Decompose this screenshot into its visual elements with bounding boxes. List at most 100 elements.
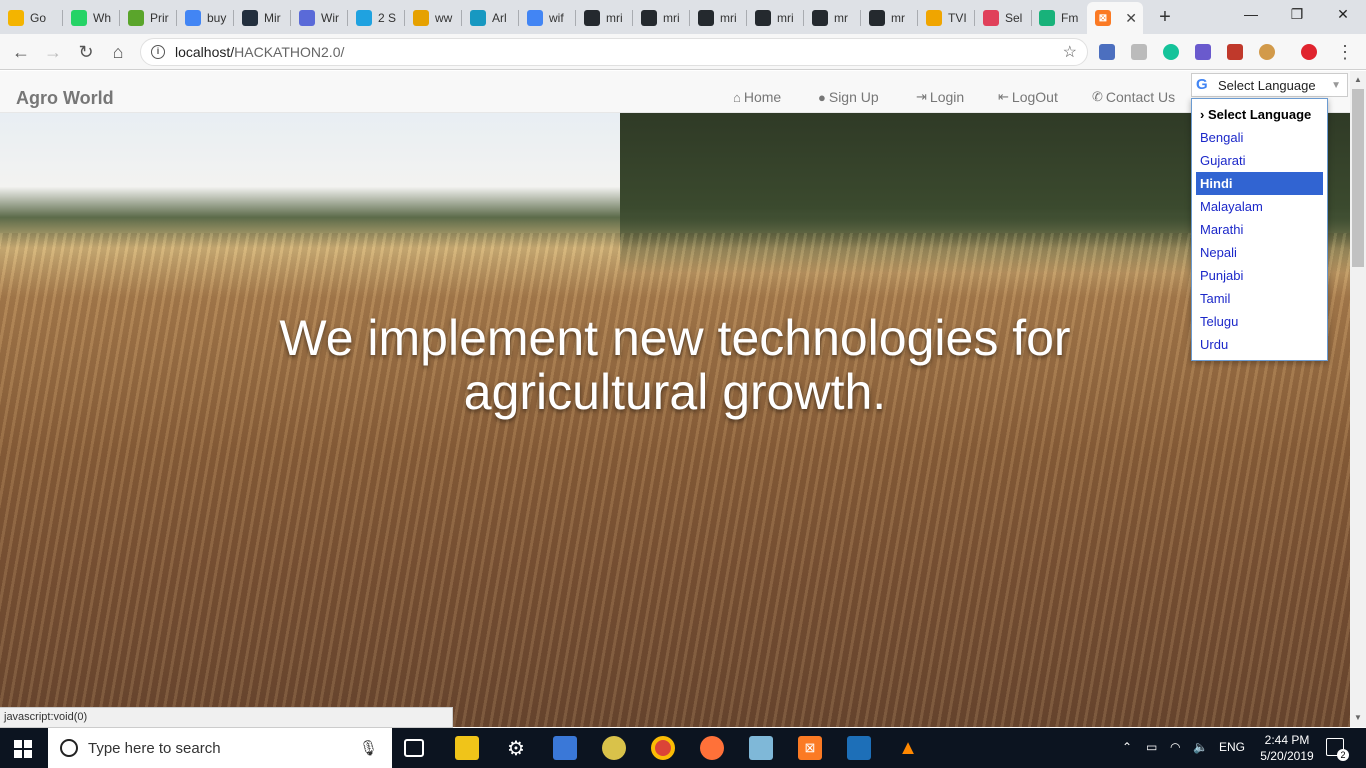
tv-icon (926, 10, 942, 26)
new-tab-button[interactable]: + (1152, 5, 1178, 31)
vlc-icon[interactable]: ▲ (896, 736, 920, 760)
nav-signup[interactable]: ● Sign Up (818, 89, 879, 105)
language-option[interactable]: Nepali (1196, 241, 1323, 264)
home-button[interactable]: ⌂ (107, 42, 129, 62)
language-option[interactable]: Punjabi (1196, 264, 1323, 287)
language-select-label: Select Language (1218, 77, 1316, 93)
minimize-button[interactable]: — (1231, 6, 1271, 22)
browser-tab[interactable]: mri (576, 2, 633, 34)
browser-tab-label: wif (549, 11, 564, 25)
nav-contact-label: Contact Us (1105, 89, 1176, 105)
back-button[interactable]: ← (10, 42, 32, 62)
wifi-icon[interactable]: ◠ (1170, 740, 1180, 754)
language-option[interactable]: Telugu (1196, 310, 1323, 333)
extension-copy-icon[interactable] (1131, 44, 1147, 60)
browser-tab[interactable]: Arl (462, 2, 519, 34)
bookmark-star-icon[interactable]: ☆ (1063, 42, 1077, 62)
grammarly-icon[interactable] (1163, 44, 1179, 60)
reload-button[interactable]: ↻ (75, 42, 97, 62)
microphone-icon[interactable]: 🎙 (359, 739, 378, 757)
app-window-icon[interactable] (847, 736, 871, 760)
browser-tab[interactable]: wif (519, 2, 576, 34)
nav-login[interactable]: ⇥ Login (916, 89, 964, 105)
browser-tab[interactable]: ww (405, 2, 462, 34)
language-option[interactable]: Tamil (1196, 287, 1323, 310)
browser-tab-label: buy (207, 11, 227, 25)
nav-home[interactable]: ⌂ Home (733, 89, 781, 105)
input-language[interactable]: ENG (1219, 740, 1245, 754)
phone-icon: ✆ (1092, 89, 1103, 104)
close-tab-icon[interactable]: ✕ (1125, 10, 1137, 27)
volume-icon[interactable]: 🔈 (1193, 740, 1208, 754)
browser-tab[interactable]: Prir (120, 2, 177, 34)
info-icon[interactable]: i (151, 45, 165, 59)
chat-icon (356, 10, 372, 26)
browser-tab[interactable]: Wh (63, 2, 120, 34)
browser-tab[interactable]: Fm (1031, 2, 1088, 34)
pdf-icon[interactable] (1227, 44, 1243, 60)
nav-logout-label: LogOut (1011, 89, 1058, 105)
nav-contact[interactable]: ✆ Contact Us (1092, 89, 1175, 105)
taskbar-clock[interactable]: 2:44 PM 5/20/2019 (1250, 732, 1324, 764)
extension-puzzle-icon[interactable] (1099, 44, 1115, 60)
task-view-icon[interactable] (404, 739, 424, 757)
browser-tab[interactable]: mri (747, 2, 804, 34)
notifications-icon[interactable]: 2 (1326, 738, 1349, 761)
taskbar-search[interactable]: Type here to search 🎙 (48, 728, 392, 768)
browser-tab[interactable]: mri (633, 2, 690, 34)
browser-tab[interactable]: mr (861, 2, 918, 34)
browser-tab[interactable]: Wir (291, 2, 348, 34)
language-option[interactable]: › Select Language (1196, 103, 1323, 126)
language-option[interactable]: Malayalam (1196, 195, 1323, 218)
scroll-down-icon[interactable]: ▼ (1350, 713, 1366, 722)
profile-avatar[interactable] (1301, 44, 1317, 60)
play-icon (128, 10, 144, 26)
browser-tab[interactable]: Go (0, 2, 63, 34)
tab-active[interactable]: ⊠ ✕ (1087, 2, 1143, 34)
language-option[interactable]: Urdu (1196, 333, 1323, 356)
clock-time: 2:44 PM (1264, 733, 1310, 747)
app-pen-icon[interactable] (553, 736, 577, 760)
browser-tab[interactable]: mr (804, 2, 861, 34)
clock-date: 5/20/2019 (1260, 749, 1314, 763)
forward-button[interactable]: → (42, 42, 64, 62)
browser-tab-label: Mir (264, 11, 281, 25)
browser-tab[interactable]: mri (690, 2, 747, 34)
language-option[interactable]: Marathi (1196, 218, 1323, 241)
media-disc-icon[interactable] (602, 736, 626, 760)
firefox-icon[interactable] (700, 736, 724, 760)
scroll-up-icon[interactable]: ▲ (1350, 75, 1366, 84)
menu-kebab-icon[interactable]: ⋮ (1334, 42, 1356, 62)
settings-icon[interactable]: ⚙ (504, 736, 528, 760)
windows-start-icon[interactable] (14, 740, 32, 758)
browser-tab[interactable]: Mir (234, 2, 291, 34)
browser-tab-label: Fm (1061, 11, 1079, 25)
xampp-taskbar-icon[interactable]: ⊠ (798, 736, 822, 760)
browser-tab[interactable]: 2 S (348, 2, 405, 34)
restore-button[interactable]: ❐ (1277, 6, 1317, 23)
close-window-button[interactable]: ✕ (1323, 6, 1363, 23)
page-scrollbar[interactable]: ▲ ▼ (1350, 71, 1366, 727)
address-bar[interactable]: i localhost/HACKATHON2.0/ ☆ (140, 38, 1088, 66)
nav-signup-label: Sign Up (828, 89, 879, 105)
extension-grid-icon[interactable] (1195, 44, 1211, 60)
browser-tab[interactable]: buy (177, 2, 234, 34)
language-option[interactable]: Gujarati (1196, 149, 1323, 172)
language-option[interactable]: Bengali (1196, 126, 1323, 149)
notes-app-icon[interactable] (749, 736, 773, 760)
language-select[interactable]: G Select Language ▼ (1191, 73, 1348, 97)
file-explorer-icon[interactable] (455, 736, 479, 760)
battery-icon[interactable]: ▭ (1146, 740, 1157, 754)
cookie-icon[interactable] (1259, 44, 1275, 60)
site-brand[interactable]: Agro World (16, 88, 114, 109)
language-option-highlighted[interactable]: Hindi (1196, 172, 1323, 195)
browser-tab[interactable]: Sel (975, 2, 1032, 34)
chrome-icon[interactable] (651, 736, 675, 760)
browser-tab-label: Go (30, 11, 47, 25)
tray-expand-icon[interactable]: ⌃ (1122, 740, 1132, 754)
browser-tab[interactable]: TVI (918, 2, 975, 34)
nav-logout[interactable]: ⇤ LogOut (998, 89, 1058, 105)
github-icon (755, 10, 771, 26)
scrollbar-thumb[interactable] (1352, 89, 1364, 267)
home-icon: ⌂ (733, 89, 741, 105)
